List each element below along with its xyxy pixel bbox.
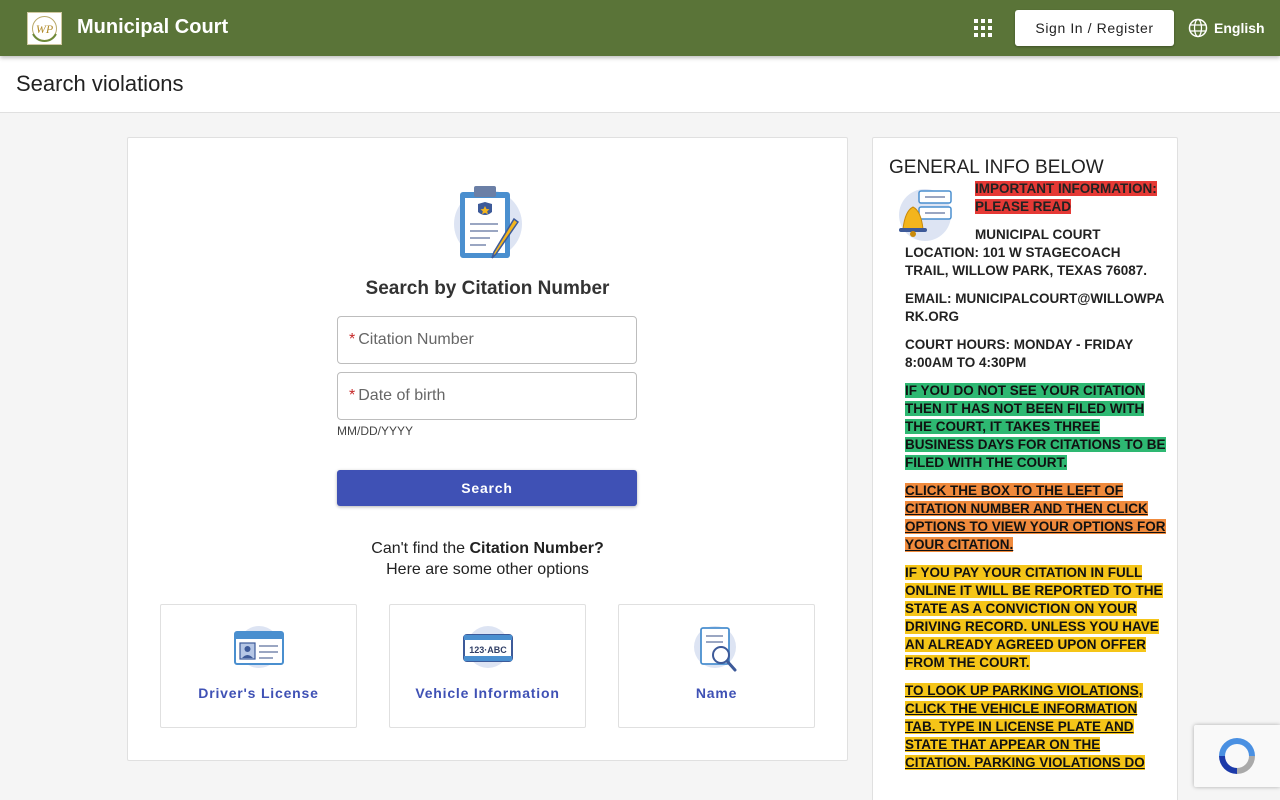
- required-mark: *: [349, 387, 356, 404]
- general-info-card: GENERAL INFO BELOW IMPORTANT INFORMATION…: [872, 137, 1178, 800]
- court-email: EMAIL: MUNICIPALCOURT@WILLOWPARK.ORG: [905, 291, 1165, 324]
- court-logo[interactable]: WP: [27, 12, 62, 45]
- top-app-bar: WP Municipal Court Sign In / Register En…: [0, 0, 1280, 56]
- page-title-bar: Search violations: [0, 56, 1280, 113]
- name-search-icon: [619, 625, 814, 673]
- required-mark: *: [349, 331, 356, 348]
- parking-notice: TO LOOK UP PARKING VIOLATIONS, CLICK THE…: [905, 683, 1145, 770]
- sign-in-register-button[interactable]: Sign In / Register: [1015, 10, 1174, 46]
- language-label: English: [1214, 20, 1265, 36]
- drivers-license-label: Driver's License: [198, 685, 319, 701]
- location-line1: MUNICIPAL COURT: [975, 227, 1101, 242]
- citation-number-field[interactable]: *: [337, 316, 637, 364]
- search-button[interactable]: Search: [337, 470, 637, 506]
- options-notice: CLICK THE BOX TO THE LEFT OF CITATION NU…: [905, 483, 1166, 552]
- info-body: IMPORTANT INFORMATION: PLEASE READ MUNIC…: [905, 180, 1167, 782]
- apps-grid-icon[interactable]: [972, 17, 994, 39]
- language-selector[interactable]: English: [1188, 18, 1265, 38]
- info-heading: GENERAL INFO BELOW: [889, 157, 1104, 178]
- other-options-text: Can't find the Citation Number? Here are…: [128, 538, 847, 580]
- alt-line2: Here are some other options: [386, 561, 589, 578]
- date-of-birth-field[interactable]: *: [337, 372, 637, 420]
- name-label: Name: [695, 685, 738, 701]
- recaptcha-icon: [1219, 738, 1255, 774]
- logo-emblem-icon: WP: [32, 16, 57, 43]
- important-notice: IMPORTANT INFORMATION: PLEASE READ: [975, 181, 1157, 214]
- name-option[interactable]: Name: [618, 604, 815, 728]
- date-of-birth-input[interactable]: [358, 387, 619, 405]
- filing-notice: IF YOU DO NOT SEE YOUR CITATION THEN IT …: [905, 383, 1166, 470]
- alt-prefix: Can't find the: [371, 540, 470, 557]
- court-hours: COURT HOURS: MONDAY - FRIDAY 8:00AM TO 4…: [905, 337, 1134, 370]
- date-format-hint: MM/DD/YYYY: [337, 424, 414, 438]
- citation-number-input[interactable]: [358, 331, 619, 349]
- clipboard-icon: [452, 182, 524, 269]
- recaptcha-badge[interactable]: [1194, 725, 1280, 787]
- app-title: Municipal Court: [77, 16, 229, 38]
- alt-bold: Citation Number?: [469, 540, 604, 557]
- vehicle-information-label: Vehicle Information: [415, 685, 560, 701]
- vehicle-information-option[interactable]: 123·ABC Vehicle Information: [389, 604, 586, 728]
- vehicle-plate-icon: 123·ABC: [390, 625, 585, 669]
- citation-search-card: Search by Citation Number * * MM/DD/YYYY…: [127, 137, 848, 761]
- location-line2: LOCATION: 101 W STAGECOACH TRAIL, WILLOW…: [905, 245, 1148, 278]
- search-heading: Search by Citation Number: [365, 278, 610, 299]
- globe-icon: [1188, 18, 1208, 38]
- drivers-license-icon: [161, 625, 356, 669]
- logo-text: WP: [36, 22, 54, 36]
- page-title: Search violations: [16, 71, 184, 96]
- conviction-notice: IF YOU PAY YOUR CITATION IN FULL ONLINE …: [905, 565, 1163, 670]
- drivers-license-option[interactable]: Driver's License: [160, 604, 357, 728]
- plate-text: 123·ABC: [469, 645, 507, 655]
